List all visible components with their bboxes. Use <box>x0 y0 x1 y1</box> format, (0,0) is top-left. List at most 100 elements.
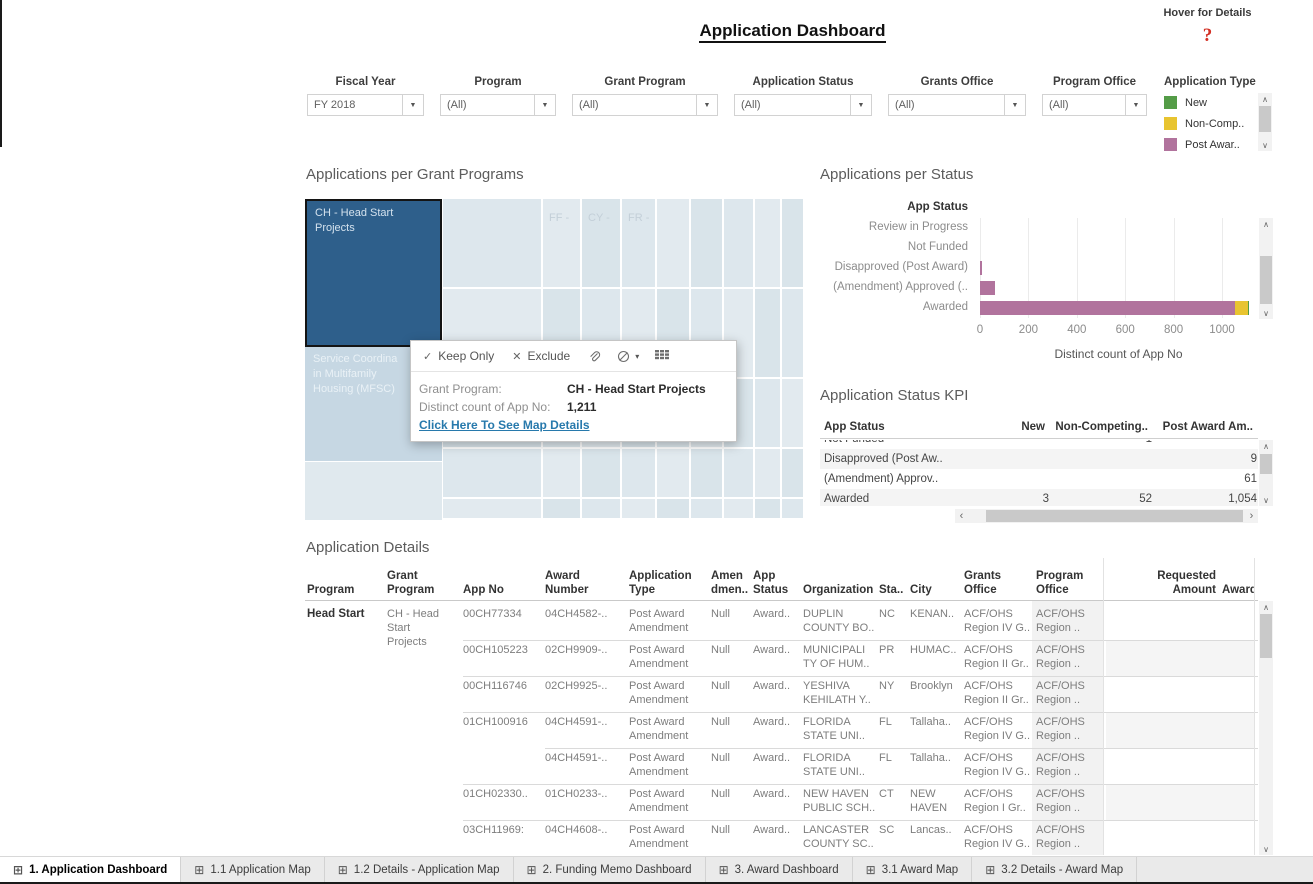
keep-only-button[interactable]: ✓ Keep Only <box>423 349 494 363</box>
treemap-mark[interactable] <box>755 379 780 447</box>
dropdown-arrow-icon[interactable]: ▼ <box>1004 95 1025 115</box>
scroll-left-icon[interactable]: ‹ <box>955 509 968 523</box>
help-icon[interactable]: ? <box>1150 25 1265 47</box>
table-row[interactable]: 00CH116746 02CH9925-.. Post Award Amendmen… <box>305 676 1258 712</box>
treemap-mark[interactable] <box>755 289 780 377</box>
bar-mark[interactable] <box>1235 301 1248 315</box>
bar-mark[interactable] <box>1248 301 1249 315</box>
filter-dropdown-0[interactable]: FY 2018 ▼ <box>307 94 424 116</box>
details-vertical-scrollbar[interactable]: ∧ ∨ <box>1259 601 1273 855</box>
treemap-mark[interactable]: CY - <box>582 199 620 287</box>
table-row[interactable]: 00CH105223 02CH9909-.. Post Award Amendmen… <box>305 640 1258 676</box>
legend-item-1[interactable]: Non-Comp.. <box>1164 113 1256 134</box>
bar-mark[interactable] <box>980 281 995 295</box>
filter-dropdown-4[interactable]: (All) ▼ <box>888 94 1026 116</box>
treemap-mark[interactable] <box>543 449 580 497</box>
scroll-thumb[interactable] <box>1260 454 1272 474</box>
treemap-mark[interactable] <box>691 199 722 287</box>
table-row[interactable]: 01CH100916 04CH4591-.. Post Award Amendmen… <box>305 712 1258 748</box>
treemap-mark[interactable] <box>724 499 753 518</box>
set-caret-icon[interactable]: ▾ <box>635 352 639 361</box>
treemap-mark[interactable] <box>782 379 803 447</box>
treemap-mark[interactable] <box>782 199 803 287</box>
map-details-link[interactable]: Click Here To See Map Details <box>419 416 728 435</box>
treemap-mark[interactable] <box>691 449 722 497</box>
scroll-thumb[interactable] <box>986 510 1243 522</box>
group-paperclip-icon[interactable] <box>588 350 601 363</box>
legend-item-0[interactable]: New <box>1164 92 1256 113</box>
treemap-mark[interactable] <box>622 499 655 518</box>
kpi-row[interactable]: (Amendment) Approv.. 61 <box>820 469 1258 489</box>
kpi-row[interactable]: Not Funded 1 <box>820 440 1258 449</box>
scroll-down-icon[interactable]: ∨ <box>1259 307 1273 319</box>
treemap-mark[interactable] <box>691 499 722 518</box>
treemap-mark[interactable] <box>657 499 689 518</box>
kpi-horizontal-scrollbar[interactable]: ‹ › <box>955 509 1258 523</box>
scroll-down-icon[interactable]: ∨ <box>1259 494 1273 506</box>
treemap-mark[interactable] <box>657 199 689 287</box>
sheet-tab-2[interactable]: ⊞ 1.1 Application Map <box>181 857 325 883</box>
sheet-tab-5[interactable]: ⊞ 3. Award Dashboard <box>705 857 853 883</box>
kpi-vertical-scrollbar[interactable]: ∧ ∨ <box>1259 440 1273 506</box>
exclude-button[interactable]: ✕ Exclude <box>512 349 570 363</box>
sheet-tab-6[interactable]: ⊞ 3.1 Award Map <box>852 857 973 883</box>
treemap-mark-selected[interactable]: CH - Head Start Projects <box>305 199 442 347</box>
table-row[interactable]: 03CH11969: 04CH4608-.. Post Award Amendmen… <box>305 820 1258 855</box>
view-data-icon[interactable] <box>655 350 670 362</box>
legend-scrollbar[interactable]: ∧ ∨ <box>1258 93 1272 151</box>
filter-dropdown-5[interactable]: (All) ▼ <box>1042 94 1147 116</box>
treemap-mark[interactable] <box>443 199 541 287</box>
dropdown-arrow-icon[interactable]: ▼ <box>850 95 871 115</box>
treemap-mark[interactable] <box>782 449 803 497</box>
kpi-row[interactable]: Disapproved (Post Aw.. 9 <box>820 449 1258 469</box>
scroll-thumb[interactable] <box>1260 256 1272 304</box>
legend-item-2[interactable]: Post Awar.. <box>1164 134 1256 155</box>
table-row[interactable]: Head Start CH - Head Start Projects 00CH77… <box>305 604 1258 648</box>
table-row[interactable]: 04CH4591-.. Post Award Amendment Null Award… <box>305 748 1258 784</box>
scroll-down-icon[interactable]: ∨ <box>1259 843 1273 855</box>
dropdown-arrow-icon[interactable]: ▼ <box>534 95 555 115</box>
treemap-mark[interactable] <box>582 499 620 518</box>
scroll-right-icon[interactable]: › <box>1245 509 1258 523</box>
treemap-mark[interactable] <box>782 289 803 377</box>
scroll-thumb[interactable] <box>1260 614 1272 658</box>
create-set-icon[interactable] <box>617 350 631 363</box>
treemap-mark[interactable] <box>724 449 753 497</box>
bar-mark[interactable] <box>980 261 982 275</box>
sheet-tab-7[interactable]: ⊞ 3.2 Details - Award Map <box>972 857 1138 883</box>
dropdown-arrow-icon[interactable]: ▼ <box>696 95 717 115</box>
sheet-tab-1[interactable]: ⊞ 1. Application Dashboard <box>0 857 182 883</box>
treemap-mark[interactable] <box>755 449 780 497</box>
chart-scrollbar[interactable]: ∧ ∨ <box>1259 218 1273 319</box>
treemap-mark[interactable] <box>543 499 580 518</box>
treemap-mark[interactable] <box>443 499 541 518</box>
treemap-mark[interactable] <box>622 449 655 497</box>
filter-dropdown-3[interactable]: (All) ▼ <box>734 94 872 116</box>
table-row[interactable]: 01CH02330.. 01CH0233-.. Post Award Amendme… <box>305 784 1258 820</box>
treemap-mark[interactable] <box>782 499 803 518</box>
treemap-mark[interactable] <box>724 199 753 287</box>
treemap-mark[interactable] <box>755 199 780 287</box>
treemap-mark[interactable]: FF - <box>543 199 580 287</box>
treemap-mark[interactable] <box>657 449 689 497</box>
treemap-mark[interactable] <box>582 449 620 497</box>
kpi-row[interactable]: Awarded 3 52 1,054 <box>820 489 1258 506</box>
treemap-mark[interactable] <box>755 499 780 518</box>
dropdown-arrow-icon[interactable]: ▼ <box>402 95 423 115</box>
scroll-up-icon[interactable]: ∧ <box>1258 93 1272 105</box>
scroll-up-icon[interactable]: ∧ <box>1259 601 1273 613</box>
scroll-thumb[interactable] <box>1259 106 1271 132</box>
cell-organization: FLORIDA STATE UNI.. <box>803 752 865 778</box>
bar-mark[interactable] <box>980 301 1235 315</box>
scroll-up-icon[interactable]: ∧ <box>1259 440 1273 452</box>
sheet-tab-3[interactable]: ⊞ 1.2 Details - Application Map <box>324 857 514 883</box>
treemap-mark[interactable] <box>305 462 442 520</box>
filter-dropdown-2[interactable]: (All) ▼ <box>572 94 718 116</box>
filter-dropdown-1[interactable]: (All) ▼ <box>440 94 556 116</box>
scroll-down-icon[interactable]: ∨ <box>1258 139 1272 151</box>
treemap-mark[interactable]: FR - <box>622 199 655 287</box>
scroll-up-icon[interactable]: ∧ <box>1259 218 1273 230</box>
sheet-tab-4[interactable]: ⊞ 2. Funding Memo Dashboard <box>513 857 706 883</box>
dropdown-arrow-icon[interactable]: ▼ <box>1125 95 1146 115</box>
treemap-mark[interactable] <box>443 449 541 497</box>
